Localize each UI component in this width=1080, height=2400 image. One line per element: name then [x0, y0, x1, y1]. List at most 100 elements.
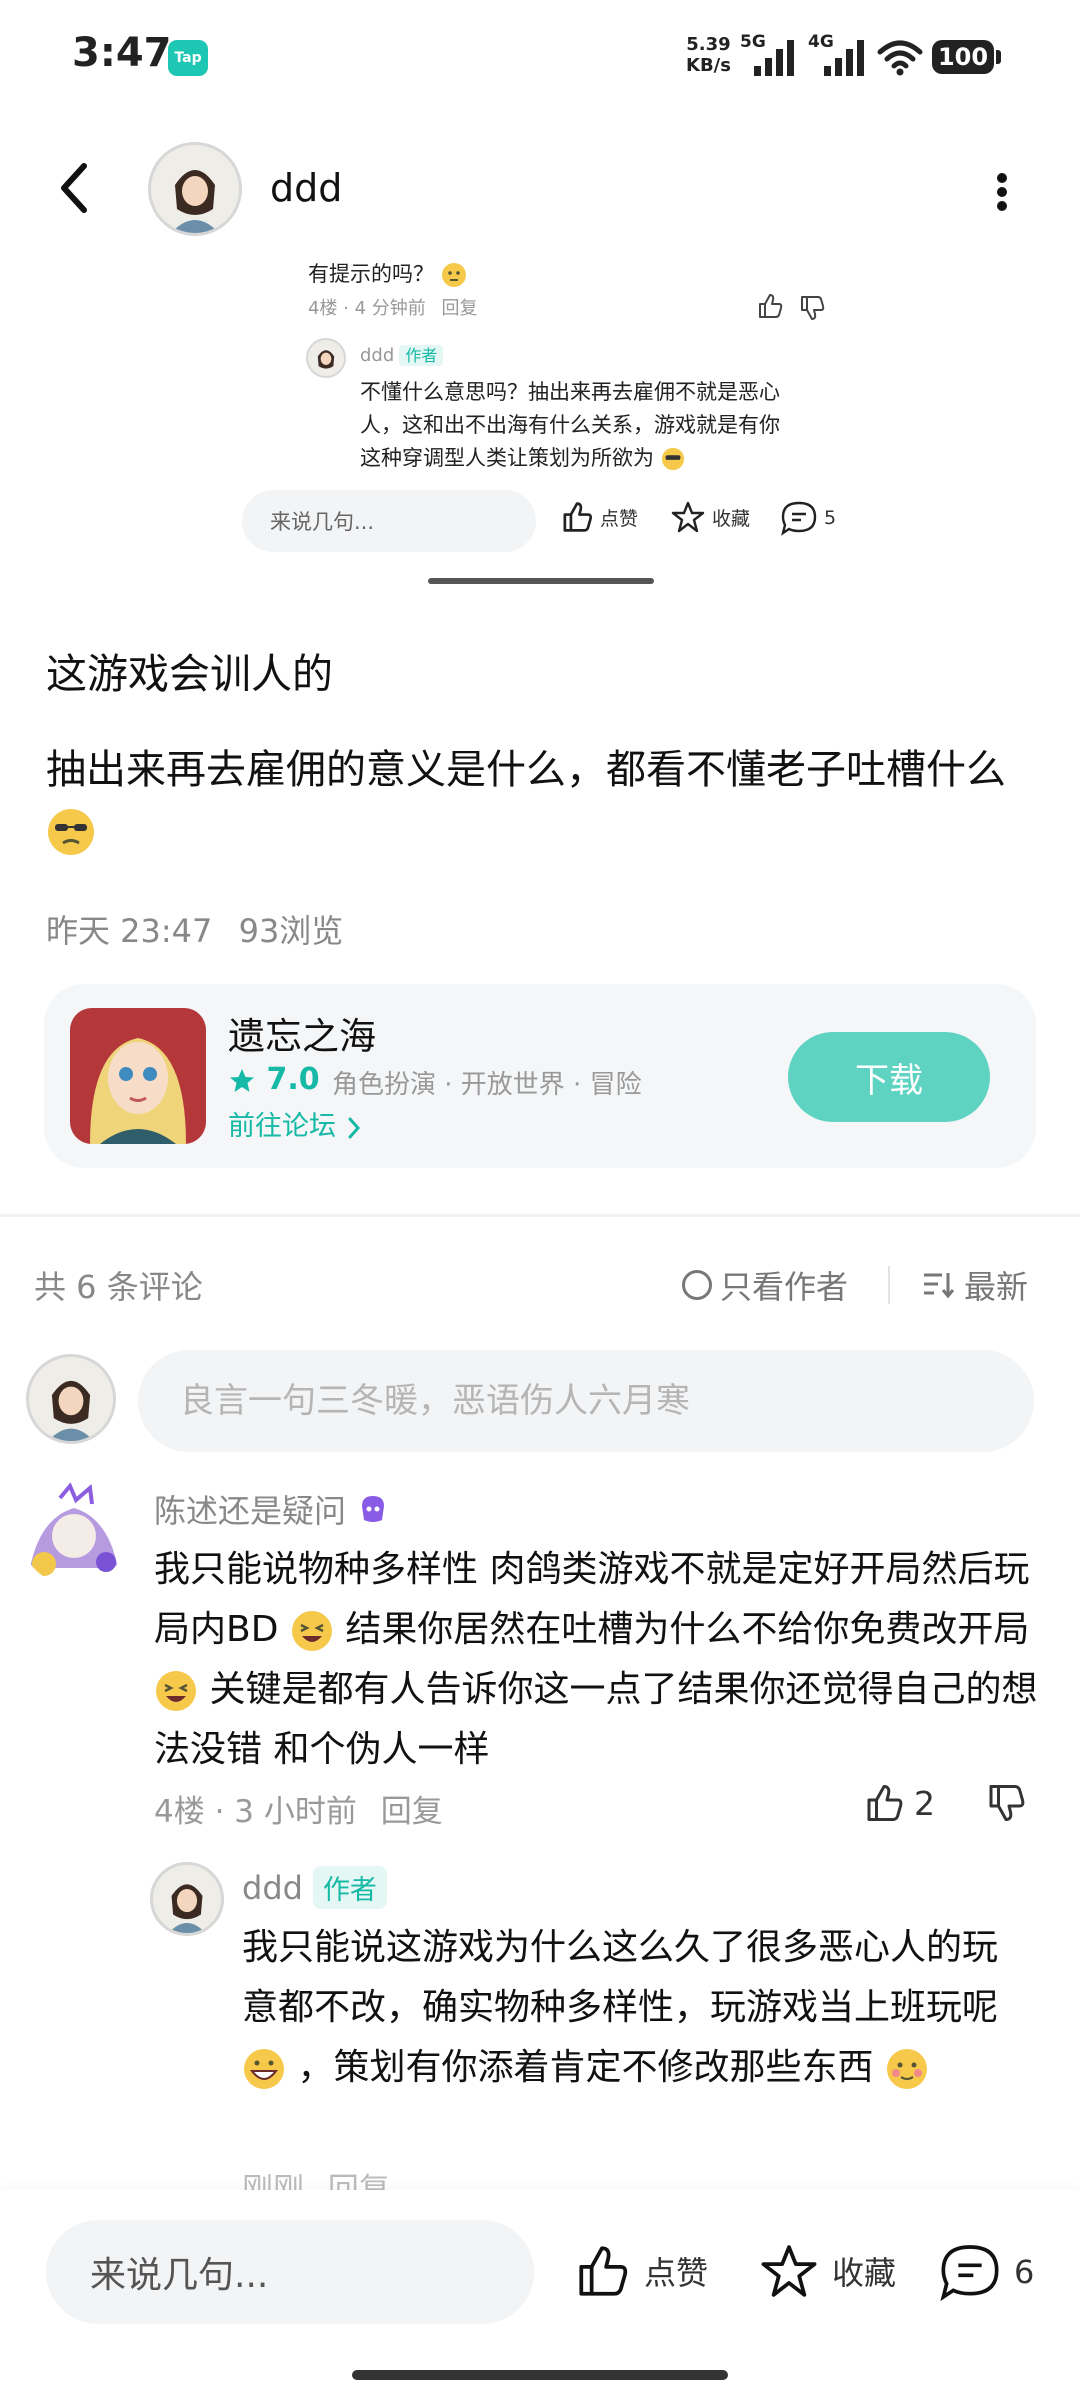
preview-like-label: 点赞: [600, 507, 639, 530]
comment-input[interactable]: [138, 1350, 1034, 1452]
comment-user[interactable]: 陈述还是疑问: [154, 1486, 390, 1532]
preview-reply-username: ddd: [360, 345, 395, 366]
sort-latest-button[interactable]: 最新: [922, 1262, 1028, 1308]
network-speed: 5.39 KB/s: [686, 34, 731, 76]
wifi-icon: [877, 40, 923, 76]
comments-count: 共 6 条评论: [34, 1268, 203, 1306]
avatar-anime-image: [20, 1478, 128, 1586]
image-scroll-handle: [428, 578, 654, 584]
like-label: 点赞: [644, 2254, 709, 2292]
thumbs-up-icon: [579, 2246, 628, 2296]
preview-author-tag: 作者: [399, 345, 444, 366]
post-body: 抽出来再去雇佣的意义是什么，都看不懂老子吐槽什么: [46, 740, 1036, 860]
comment-like-button[interactable]: 2: [862, 1782, 935, 1824]
game-name[interactable]: 遗忘之海: [228, 1006, 376, 1060]
thumbs-up-icon: [563, 502, 592, 532]
post-time: 昨天 23:47: [46, 912, 213, 950]
comment-username: 陈述还是疑问: [154, 1492, 347, 1530]
author-name[interactable]: ddd: [270, 166, 342, 210]
section-divider: [0, 1214, 1080, 1217]
reply-user[interactable]: ddd 作者: [242, 1866, 387, 1909]
comment-text-part: 结果你居然在吐槽为什么不给你免费改开局: [345, 1609, 1030, 1650]
reply-text: 我只能说这游戏为什么这么久了很多恶心人的玩意都不改，确实物种多样性，玩游戏当上班…: [242, 1918, 1032, 2098]
preview-collect-label: 收藏: [712, 507, 751, 530]
comment-floor-time: 4楼 · 3 小时前: [154, 1794, 357, 1830]
bottom-comment-input[interactable]: 来说几句...: [46, 2220, 534, 2324]
comment-meta: 4楼 · 3 小时前 回复: [154, 1786, 443, 1831]
post-title: 这游戏会训人的: [46, 650, 333, 698]
laughing-emoji-icon: [291, 1611, 332, 1651]
preview-question-text: 有提示的吗？: [308, 262, 434, 286]
signal-4g: 4G: [808, 32, 864, 76]
thumbs-up-icon: [759, 294, 783, 318]
post-meta: 昨天 23:47 93浏览: [46, 906, 343, 952]
signal-bars-icon: [754, 40, 794, 76]
collect-label: 收藏: [832, 2254, 897, 2292]
download-button[interactable]: 下载: [788, 1032, 990, 1122]
preview-reply-line: 人，这和出不出海有什么关系，游戏就是有你: [360, 413, 780, 437]
only-author-toggle[interactable]: 只看作者: [682, 1262, 848, 1308]
post-views: 93浏览: [238, 912, 344, 950]
post-body-text: 抽出来再去雇佣的意义是什么，都看不懂老子吐槽什么: [46, 747, 1006, 793]
avatar-portrait-image: [151, 145, 239, 233]
reply-username: ddd: [242, 1868, 303, 1907]
signal-bars-icon: [824, 40, 864, 76]
sunglasses-emoji-icon: [48, 809, 94, 855]
thumbs-down-icon: [801, 296, 825, 320]
preview-question-meta: 4楼 · 4 分钟前 回复: [308, 294, 478, 320]
chevron-right-icon: [348, 1117, 360, 1138]
home-indicator: [352, 2370, 728, 2380]
preview-meta-text: 4楼 · 4 分钟前: [308, 298, 426, 319]
back-arrow-icon[interactable]: [52, 160, 98, 216]
preview-reply-avatar: [306, 338, 346, 378]
reply-avatar[interactable]: [150, 1862, 224, 1936]
preview-comment-action: 5: [780, 500, 836, 536]
network-speed-value: 5.39: [686, 34, 731, 55]
tap-app-badge: Tap: [168, 40, 208, 76]
author-tag: 作者: [312, 1866, 387, 1909]
post-image-preview[interactable]: 有提示的吗？ 4楼 · 4 分钟前 回复 ddd 作者 不懂什么意思吗？抽出来再…: [216, 250, 866, 470]
commenter-avatar[interactable]: [20, 1478, 128, 1586]
preview-comment-input: 来说几句...: [242, 490, 536, 552]
star-icon: [230, 1068, 254, 1092]
comment-reply-button[interactable]: 回复: [381, 1794, 443, 1830]
reply-text-part: ，策划有你添着肯定不修改那些东西: [297, 2047, 874, 2088]
comment-bubble-icon: [781, 501, 817, 536]
sort-label: 最新: [964, 1268, 1029, 1306]
game-forum-link[interactable]: 前往论坛: [228, 1104, 363, 1143]
laughing-emoji-icon: [156, 1671, 196, 1711]
status-time: 3:47: [72, 30, 172, 76]
like-button[interactable]: 点赞: [572, 2242, 708, 2300]
game-forum-label: 前往论坛: [228, 1111, 336, 1142]
avatar-portrait-image: [29, 1357, 113, 1441]
more-options-icon[interactable]: [994, 172, 1010, 212]
preview-reply-line: 不懂什么意思吗？抽出来再去雇佣不就是恶心: [360, 380, 780, 404]
battery-indicator: 100: [932, 40, 994, 74]
reply-text-part: 我只能说这游戏为什么这么久了很多恶心人的玩意都不改，确实物种多样性，玩游戏当上班…: [242, 1927, 999, 2028]
comment-bubble-icon: [940, 2245, 999, 2302]
preview-reply-line-text: 这种穿调型人类让策划为所欲为: [360, 446, 654, 470]
game-icon[interactable]: [70, 1008, 206, 1144]
game-rating: 7.0: [228, 1062, 320, 1097]
comment-count: 6: [1014, 2253, 1035, 2291]
comment-like-count: 2: [914, 1783, 935, 1823]
comments-button[interactable]: 6: [938, 2242, 1034, 2302]
comment-text-part: 关键是都有人告诉你这一点了结果你还觉得自己的想法没错 和个伪人一样: [154, 1669, 1038, 1770]
preview-question: 有提示的吗？: [308, 258, 467, 288]
collect-button[interactable]: 收藏: [758, 2242, 896, 2300]
vertical-separator: [888, 1266, 890, 1304]
user-badge-icon: [362, 1496, 385, 1522]
only-author-label: 只看作者: [720, 1268, 849, 1306]
battery-tip: [996, 50, 1001, 64]
preview-reply-line: 这种穿调型人类让策划为所欲为: [360, 442, 780, 470]
signal-5g: 5G: [740, 32, 794, 76]
game-rating-value: 7.0: [266, 1062, 320, 1097]
comment-text: 我只能说物种多样性 肉鸽类游戏不就是定好开局然后玩局内BD 结果你居然在吐槽为什…: [154, 1540, 1040, 1780]
preview-comment-count: 5: [824, 507, 837, 529]
network-speed-unit: KB/s: [686, 55, 731, 76]
avatar-portrait-image: [153, 1865, 221, 1933]
preview-reply-user: ddd 作者: [360, 342, 444, 366]
sort-icon: [924, 1273, 954, 1299]
author-avatar[interactable]: [148, 142, 242, 236]
thumbs-down-icon[interactable]: [984, 1782, 1028, 1824]
